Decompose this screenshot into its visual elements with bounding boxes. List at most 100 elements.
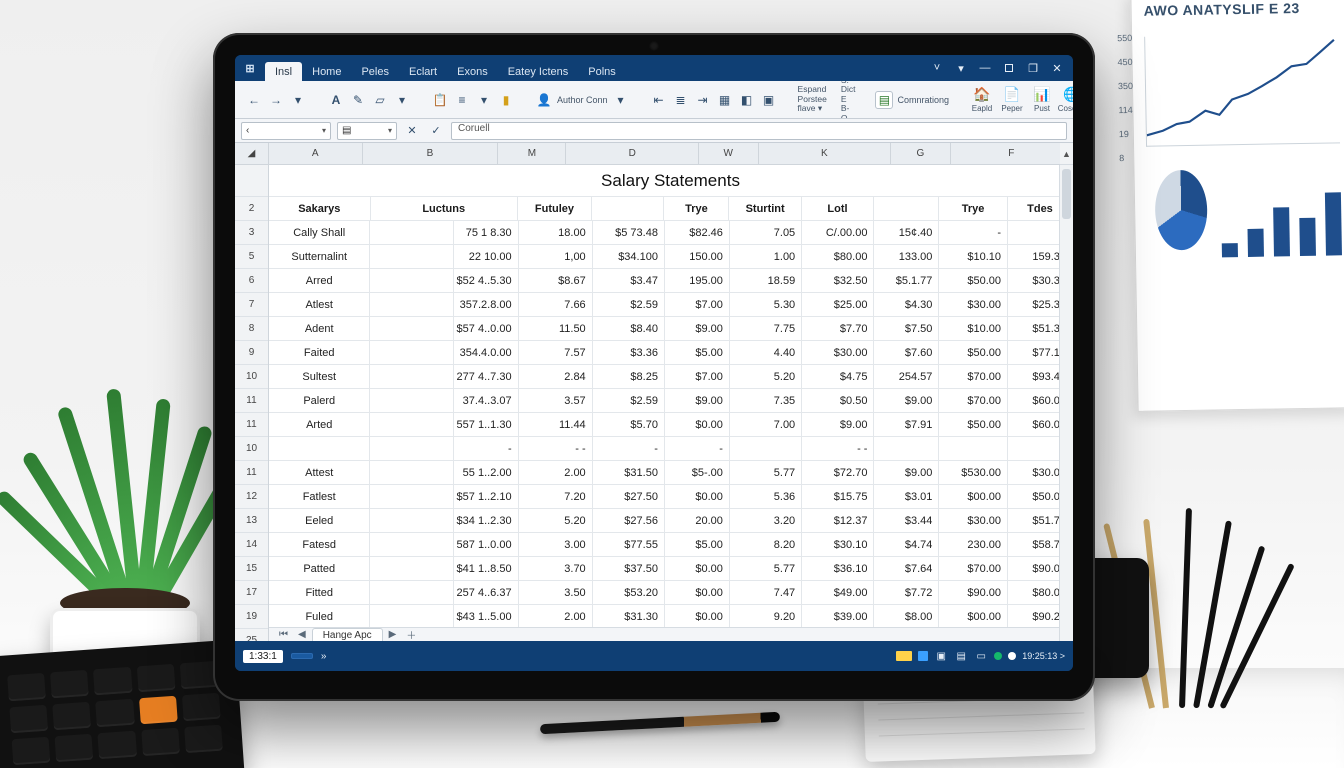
- cell[interactable]: $70.00: [939, 365, 1008, 389]
- cells-grid[interactable]: Salary StatementsSakarysLuctunsFutuleyTr…: [269, 165, 1073, 627]
- cell[interactable]: Cally Shall: [269, 221, 370, 245]
- cancel-icon[interactable]: ✕: [403, 122, 421, 140]
- cell[interactable]: 5.77: [730, 557, 802, 581]
- cell[interactable]: Sutternalint: [269, 245, 370, 269]
- cell[interactable]: $37.50: [593, 557, 665, 581]
- header-cell[interactable]: Sturtint: [729, 197, 801, 221]
- cell[interactable]: $9.00: [665, 389, 730, 413]
- cell[interactable]: [370, 509, 453, 533]
- sheet-add-icon[interactable]: ＋: [402, 627, 420, 641]
- cell[interactable]: 7.75: [730, 317, 802, 341]
- header-cell[interactable]: Luctuns: [371, 197, 518, 221]
- cell[interactable]: 3.70: [519, 557, 593, 581]
- user-icon[interactable]: 👤: [535, 91, 553, 109]
- cell[interactable]: Arted: [269, 413, 370, 437]
- cell[interactable]: 7.47: [730, 581, 802, 605]
- cell[interactable]: $9.00: [802, 413, 874, 437]
- cell[interactable]: 257 4..6.37: [454, 581, 519, 605]
- cell[interactable]: 2.00: [519, 605, 593, 627]
- cell[interactable]: $9.00: [874, 389, 939, 413]
- row-header-8[interactable]: 8: [235, 317, 268, 341]
- cell[interactable]: [370, 557, 453, 581]
- tray-battery-icon[interactable]: ▭: [974, 649, 988, 663]
- fill-icon[interactable]: ▣: [760, 91, 778, 109]
- cell[interactable]: 8.20: [730, 533, 802, 557]
- cell[interactable]: $7.60: [874, 341, 939, 365]
- scroll-up-icon[interactable]: ▲: [1060, 143, 1073, 165]
- cell[interactable]: [370, 317, 453, 341]
- col-header-F[interactable]: F: [951, 143, 1073, 164]
- cell[interactable]: [370, 461, 453, 485]
- enter-icon[interactable]: ✓: [427, 122, 445, 140]
- cell[interactable]: $36.10: [802, 557, 874, 581]
- cell[interactable]: 15¢.40: [874, 221, 939, 245]
- cell[interactable]: $57 4..0.00: [454, 317, 519, 341]
- horizontal-scrollbar[interactable]: ⏮ ◀ Hange Apc ▶ ＋: [269, 627, 1073, 641]
- cell[interactable]: 5.20: [730, 365, 802, 389]
- cell[interactable]: $4.75: [802, 365, 874, 389]
- cell[interactable]: 7.66: [519, 293, 593, 317]
- cell[interactable]: $7.72: [874, 581, 939, 605]
- header-cell[interactable]: [874, 197, 939, 221]
- dropdown-small-icon[interactable]: ▾: [393, 91, 411, 109]
- cell[interactable]: 357.2.8.00: [454, 293, 519, 317]
- indent-icon[interactable]: ⇥: [694, 91, 712, 109]
- secondary-dropdown-icon[interactable]: ▾: [388, 126, 392, 135]
- cell[interactable]: [939, 437, 1008, 461]
- cell[interactable]: 133.00: [874, 245, 939, 269]
- cell[interactable]: [370, 293, 453, 317]
- cell[interactable]: $70.00: [939, 389, 1008, 413]
- cell[interactable]: $00.00: [939, 485, 1008, 509]
- cell[interactable]: 150.00: [665, 245, 730, 269]
- cell[interactable]: -: [665, 437, 730, 461]
- col-header-B[interactable]: B: [363, 143, 499, 164]
- row-header-13[interactable]: 13: [235, 509, 268, 533]
- ribbon-big-pust[interactable]: 📊Pust: [1029, 87, 1055, 113]
- highlight-icon[interactable]: ▮: [497, 91, 515, 109]
- cell[interactable]: 5.20: [519, 509, 593, 533]
- cell[interactable]: $0.00: [665, 557, 730, 581]
- col-header-A[interactable]: A: [269, 143, 363, 164]
- cell[interactable]: 587 1..0.00: [454, 533, 519, 557]
- conditional-fmt-icon[interactable]: ▤: [875, 91, 893, 109]
- minimize-button[interactable]: —: [975, 60, 995, 76]
- header-cell[interactable]: Lotl: [802, 197, 874, 221]
- cell[interactable]: $3.01: [874, 485, 939, 509]
- cell[interactable]: $7.00: [665, 293, 730, 317]
- ribbon-tab-eclart[interactable]: Eclart: [399, 62, 447, 81]
- header-cell[interactable]: Trye: [664, 197, 729, 221]
- cell[interactable]: $5.70: [593, 413, 665, 437]
- cell[interactable]: Fatesd: [269, 533, 370, 557]
- author-dropdown-icon[interactable]: ▾: [612, 91, 630, 109]
- row-header-14[interactable]: 14: [235, 533, 268, 557]
- cell[interactable]: $5.00: [665, 341, 730, 365]
- ribbon-tab-exons[interactable]: Exons: [447, 62, 498, 81]
- cell[interactable]: $57 1..2.10: [454, 485, 519, 509]
- row-header-11[interactable]: 11: [235, 461, 268, 485]
- header-cell[interactable]: Trye: [939, 197, 1008, 221]
- ribbon-tab-insl[interactable]: Insl: [265, 62, 302, 81]
- cell[interactable]: 7.35: [730, 389, 802, 413]
- cell[interactable]: - -: [802, 437, 874, 461]
- cell[interactable]: $0.00: [665, 581, 730, 605]
- cell[interactable]: Arred: [269, 269, 370, 293]
- cell[interactable]: $00.00: [939, 605, 1008, 627]
- cell[interactable]: $27.50: [593, 485, 665, 509]
- ribbon-big-coserer[interactable]: 🌐Coserer: [1059, 87, 1073, 113]
- cell[interactable]: 18.59: [730, 269, 802, 293]
- cell[interactable]: Sultest: [269, 365, 370, 389]
- cell[interactable]: $49.00: [802, 581, 874, 605]
- cell[interactable]: 55 1..2.00: [454, 461, 519, 485]
- cell[interactable]: $31.30: [593, 605, 665, 627]
- cell[interactable]: $52 4..5.30: [454, 269, 519, 293]
- row-header-11[interactable]: 11: [235, 389, 268, 413]
- maximize-button[interactable]: [999, 60, 1019, 76]
- cell[interactable]: $30.00: [802, 341, 874, 365]
- row-header-17[interactable]: 17: [235, 581, 268, 605]
- cell[interactable]: 3.00: [519, 533, 593, 557]
- ribbon-tab-home[interactable]: Home: [302, 62, 351, 81]
- cell[interactable]: C/.00.00: [802, 221, 874, 245]
- cell[interactable]: - -: [519, 437, 593, 461]
- cell[interactable]: [370, 269, 453, 293]
- row-header-title[interactable]: [235, 165, 268, 197]
